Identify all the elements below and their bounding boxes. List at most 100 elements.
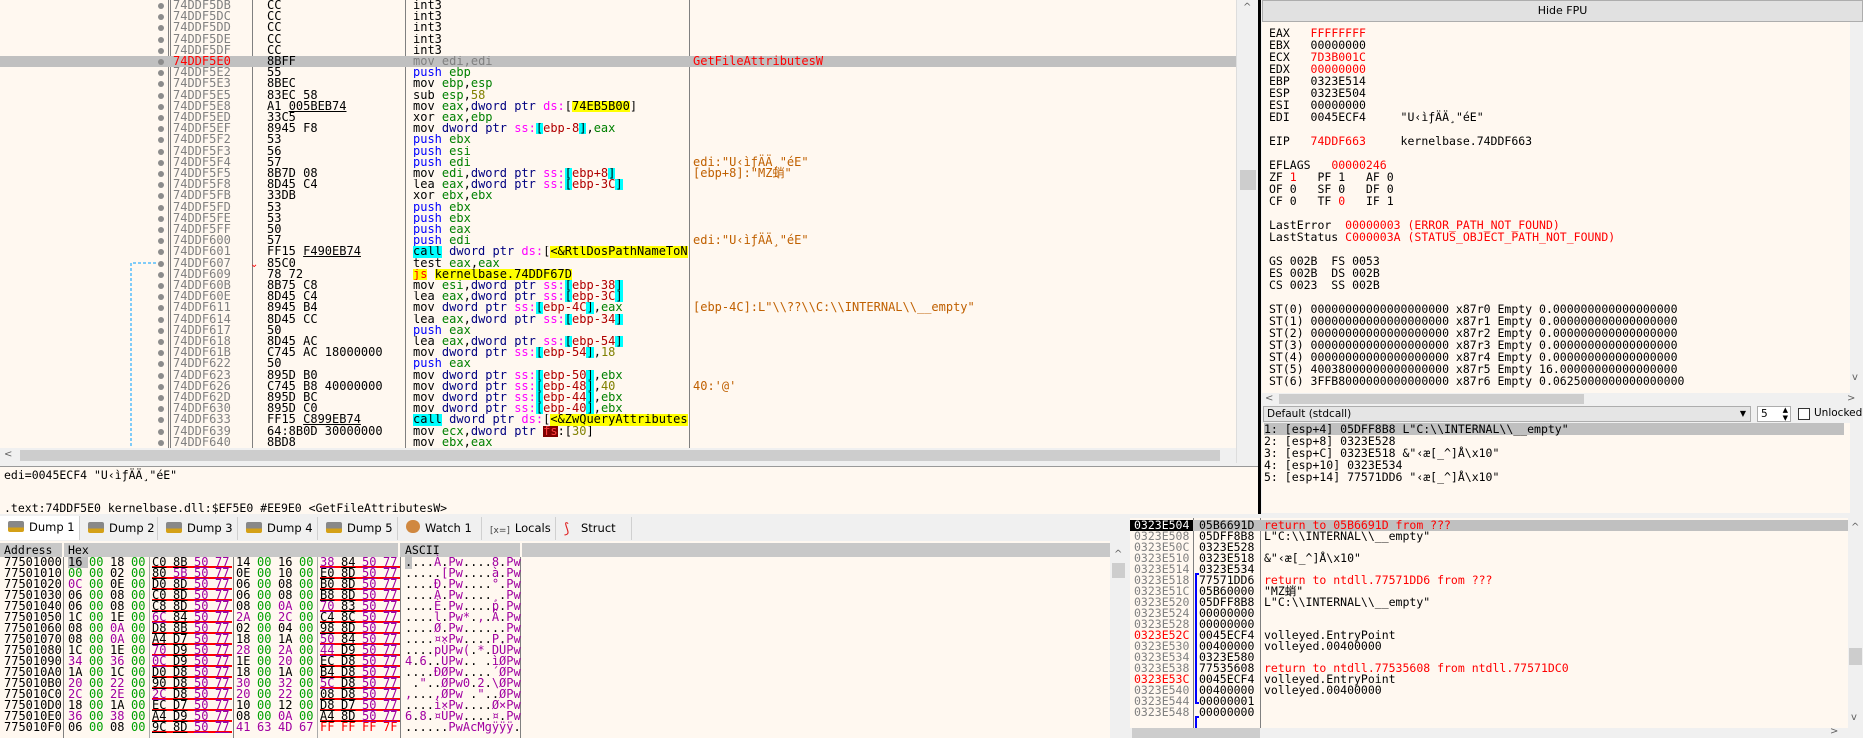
breakpoint-bullet-icon[interactable] — [158, 204, 164, 211]
unlocked-checkbox[interactable] — [1798, 408, 1810, 420]
registers-hscrollbar[interactable]: < > — [1262, 393, 1863, 405]
scroll-thumb[interactable] — [1849, 648, 1862, 665]
dump-row[interactable]: 775010D0 18 00 1A 00 EC D7 50 77 10 00 12 00 D8 D7 50 77… — [0, 699, 1110, 711]
breakpoint-bullet-icon[interactable] — [158, 215, 164, 222]
hex-byte[interactable]: 8D — [173, 721, 194, 733]
hex-byte[interactable]: 63 — [257, 721, 277, 733]
breakpoint-bullet-icon[interactable] — [158, 227, 164, 233]
breakpoint-bullet-icon[interactable] — [158, 439, 164, 446]
hex-byte[interactable]: 4D — [278, 721, 298, 733]
dump-row[interactable]: 77501050 1C 00 1E 00 6C 84 50 77 2A 00 2C 00 C4 8C 50 77… — [0, 611, 1110, 623]
scroll-thumb[interactable] — [1279, 394, 1584, 404]
hide-fpu-button[interactable]: Hide FPU — [1262, 0, 1863, 22]
registers-view[interactable]: EAX FFFFFFFF EBX 00000000 ECX 7D3B001C EDX … — [1262, 22, 1850, 393]
hex-byte[interactable]: 77 — [215, 721, 232, 733]
register-line[interactable]: CF 0 TF 0 IF 1 — [1269, 195, 1394, 207]
tab-dump-2[interactable]: Dump 2 — [80, 517, 158, 540]
breakpoint-bullet-icon[interactable] — [158, 383, 164, 390]
breakpoint-bullet-icon[interactable] — [158, 36, 164, 43]
dump-row[interactable]: 775010E0 36 00 38 00 A4 D9 50 77 08 00 0A 00 A4 8D 50 77… — [0, 710, 1110, 722]
register-line[interactable]: LastStatus C000003A (STATUS_OBJECT_PATH_… — [1269, 231, 1615, 243]
breakpoint-bullet-icon[interactable] — [158, 372, 164, 379]
disasm-vscrollbar[interactable]: ^ — [1236, 0, 1258, 463]
breakpoint-bullet-icon[interactable] — [158, 428, 164, 435]
tab-watch-1[interactable]: Watch 1 — [398, 517, 482, 540]
spin-arrows-icon[interactable]: ▲ ▼ — [1783, 406, 1788, 422]
register-line[interactable]: EIP 74DDF663 kernelbase.74DDF663 — [1269, 135, 1532, 147]
call-arguments-view[interactable]: 1: [esp+4] 05DFF8B8 L"C:\\INTERNAL\\__em… — [1262, 423, 1850, 513]
breakpoint-bullet-icon[interactable] — [158, 126, 164, 133]
arg-count-spinbox[interactable]: 5 ▲ ▼ — [1757, 406, 1791, 422]
dump-row[interactable]: 775010B0 20 00 22 00 90 D8 50 77 30 00 32 00 5C D8 50 77… — [0, 677, 1110, 689]
breakpoint-bullet-icon[interactable] — [158, 3, 164, 9]
hex-byte[interactable]: 7F — [383, 721, 403, 733]
scroll-left-icon[interactable]: < — [4, 449, 12, 460]
dump-row[interactable]: 77501020 0C 00 0E 00 D0 8D 50 77 06 00 08 00 B0 8D 50 77… — [0, 578, 1110, 590]
dump-row[interactable]: 77501040 06 00 08 00 C8 8D 50 77 08 00 0A 00 70 83 50 77… — [0, 600, 1110, 612]
breakpoint-bullet-icon[interactable] — [158, 92, 164, 99]
dump-row[interactable]: 77501060 08 00 0A 00 D8 8B 50 77 02 00 04 00 98 8D 50 77… — [0, 622, 1110, 634]
call-argument[interactable]: 5: [esp+14] 77571DD6 "‹æ[_^]Å\x10" — [1264, 471, 1499, 483]
breakpoint-bullet-icon[interactable] — [158, 148, 164, 155]
breakpoint-bullet-icon[interactable] — [158, 115, 164, 121]
hex-byte[interactable]: 9C — [152, 721, 173, 733]
hex-byte[interactable]: FF — [341, 721, 361, 733]
dump-row[interactable]: 77501030 06 00 08 00 C0 8D 50 77 06 00 08 00 B8 8D 50 77… — [0, 589, 1110, 601]
breakpoint-bullet-icon[interactable] — [158, 361, 164, 368]
breakpoint-bullet-icon[interactable] — [158, 316, 164, 323]
disassembly-view[interactable]: 74DDF5DB CC int3 74DDF5DC CC int3 74DDF5DD CC in… — [0, 0, 1236, 448]
splitter[interactable] — [1258, 0, 1261, 514]
breakpoint-bullet-icon[interactable] — [158, 14, 164, 21]
hex-byte[interactable]: 67 — [299, 721, 319, 733]
disasm-hscrollbar[interactable]: < — [0, 448, 1236, 463]
dump-row[interactable]: 775010F0 06 00 08 00 9C 8D 50 77 41 63 4D 67 FF FF FF 7F… — [0, 721, 1110, 733]
scroll-thumb[interactable] — [1240, 170, 1256, 190]
scroll-left-icon[interactable]: < — [1265, 393, 1273, 404]
breakpoint-bullet-icon[interactable] — [158, 350, 164, 357]
bytes-address-link[interactable]: 005BEB74 — [289, 99, 347, 113]
bytes-address-link[interactable]: F490EB74 — [303, 244, 361, 258]
scroll-up-icon[interactable]: ^ — [1114, 549, 1122, 560]
breakpoint-bullet-icon[interactable] — [158, 305, 164, 312]
dump-row[interactable]: 77501000 16 00 18 00 C0 8B 50 77 14 00 16 00 38 84 50 77… — [0, 555, 1110, 569]
breakpoint-bullet-icon[interactable] — [158, 283, 164, 289]
tab-dump-5[interactable]: Dump 5 — [318, 517, 398, 540]
dump-row[interactable]: 775010C0 2C 00 2E 00 2C D8 50 77 20 00 22 00 08 D8 50 77… — [0, 688, 1110, 700]
breakpoint-bullet-icon[interactable] — [158, 260, 164, 267]
register-line[interactable]: ST(6) 3FFB8000000000000000 x87r6 Empty 0… — [1269, 375, 1684, 387]
tab-locals[interactable]: [x=] Locals — [482, 517, 556, 540]
breakpoint-bullet-icon[interactable] — [158, 249, 164, 256]
breakpoint-bullet-icon[interactable] — [158, 271, 164, 278]
breakpoint-bullet-icon[interactable] — [158, 406, 164, 413]
breakpoint-bullet-icon[interactable] — [158, 417, 164, 424]
breakpoint-bullet-icon[interactable] — [158, 395, 164, 401]
dump-row[interactable]: 775010A0 1A 00 1C 00 D0 D8 50 77 18 00 1A 00 B4 D8 50 77… — [0, 666, 1110, 678]
breakpoint-bullet-icon[interactable] — [158, 81, 164, 88]
hex-byte[interactable]: FF — [320, 721, 340, 733]
breakpoint-bullet-icon[interactable] — [158, 159, 164, 166]
breakpoint-bullet-icon[interactable] — [158, 70, 164, 77]
breakpoint-bullet-icon[interactable] — [158, 137, 164, 144]
scroll-down-icon[interactable]: v — [1852, 372, 1858, 383]
dump-row[interactable]: 77501070 08 00 0A 00 A4 D7 50 77 18 00 1A 00 50 84 50 77… — [0, 633, 1110, 645]
register-line[interactable]: EDI 0045ECF4 "U‹ìƒÄÄ¸"éE" — [1269, 111, 1484, 123]
scroll-up-icon[interactable]: ^ — [1243, 2, 1251, 13]
breakpoint-bullet-icon[interactable] — [158, 25, 164, 32]
dump-view[interactable]: Address Hex ASCII 77501000 16 00 18 00 C0 8B 50… — [0, 541, 1110, 738]
hex-byte[interactable]: 00 — [131, 721, 151, 733]
stack-row[interactable]: 0323E548 00000000 — [1130, 706, 1848, 718]
breakpoint-bullet-icon[interactable] — [158, 182, 164, 189]
hex-byte[interactable]: 08 — [110, 721, 130, 733]
args-vscrollbar[interactable] — [1850, 423, 1863, 513]
breakpoint-bullet-icon[interactable] — [158, 193, 164, 200]
scroll-up-icon[interactable]: ^ — [1851, 522, 1859, 533]
breakpoint-bullet-icon[interactable] — [158, 59, 164, 65]
tab-dump-1[interactable]: Dump 1 — [0, 516, 80, 540]
stack-view[interactable]: 0323E504 05B6691D return to 05B6691D from … — [1130, 518, 1848, 728]
register-line[interactable]: CS 0023 SS 002B — [1269, 279, 1380, 291]
hex-byte[interactable]: 50 — [194, 721, 215, 733]
scroll-thumb[interactable] — [20, 450, 1220, 461]
breakpoint-bullet-icon[interactable] — [158, 327, 164, 334]
breakpoint-bullet-icon[interactable] — [158, 339, 164, 345]
hex-byte[interactable]: 41 — [236, 721, 256, 733]
